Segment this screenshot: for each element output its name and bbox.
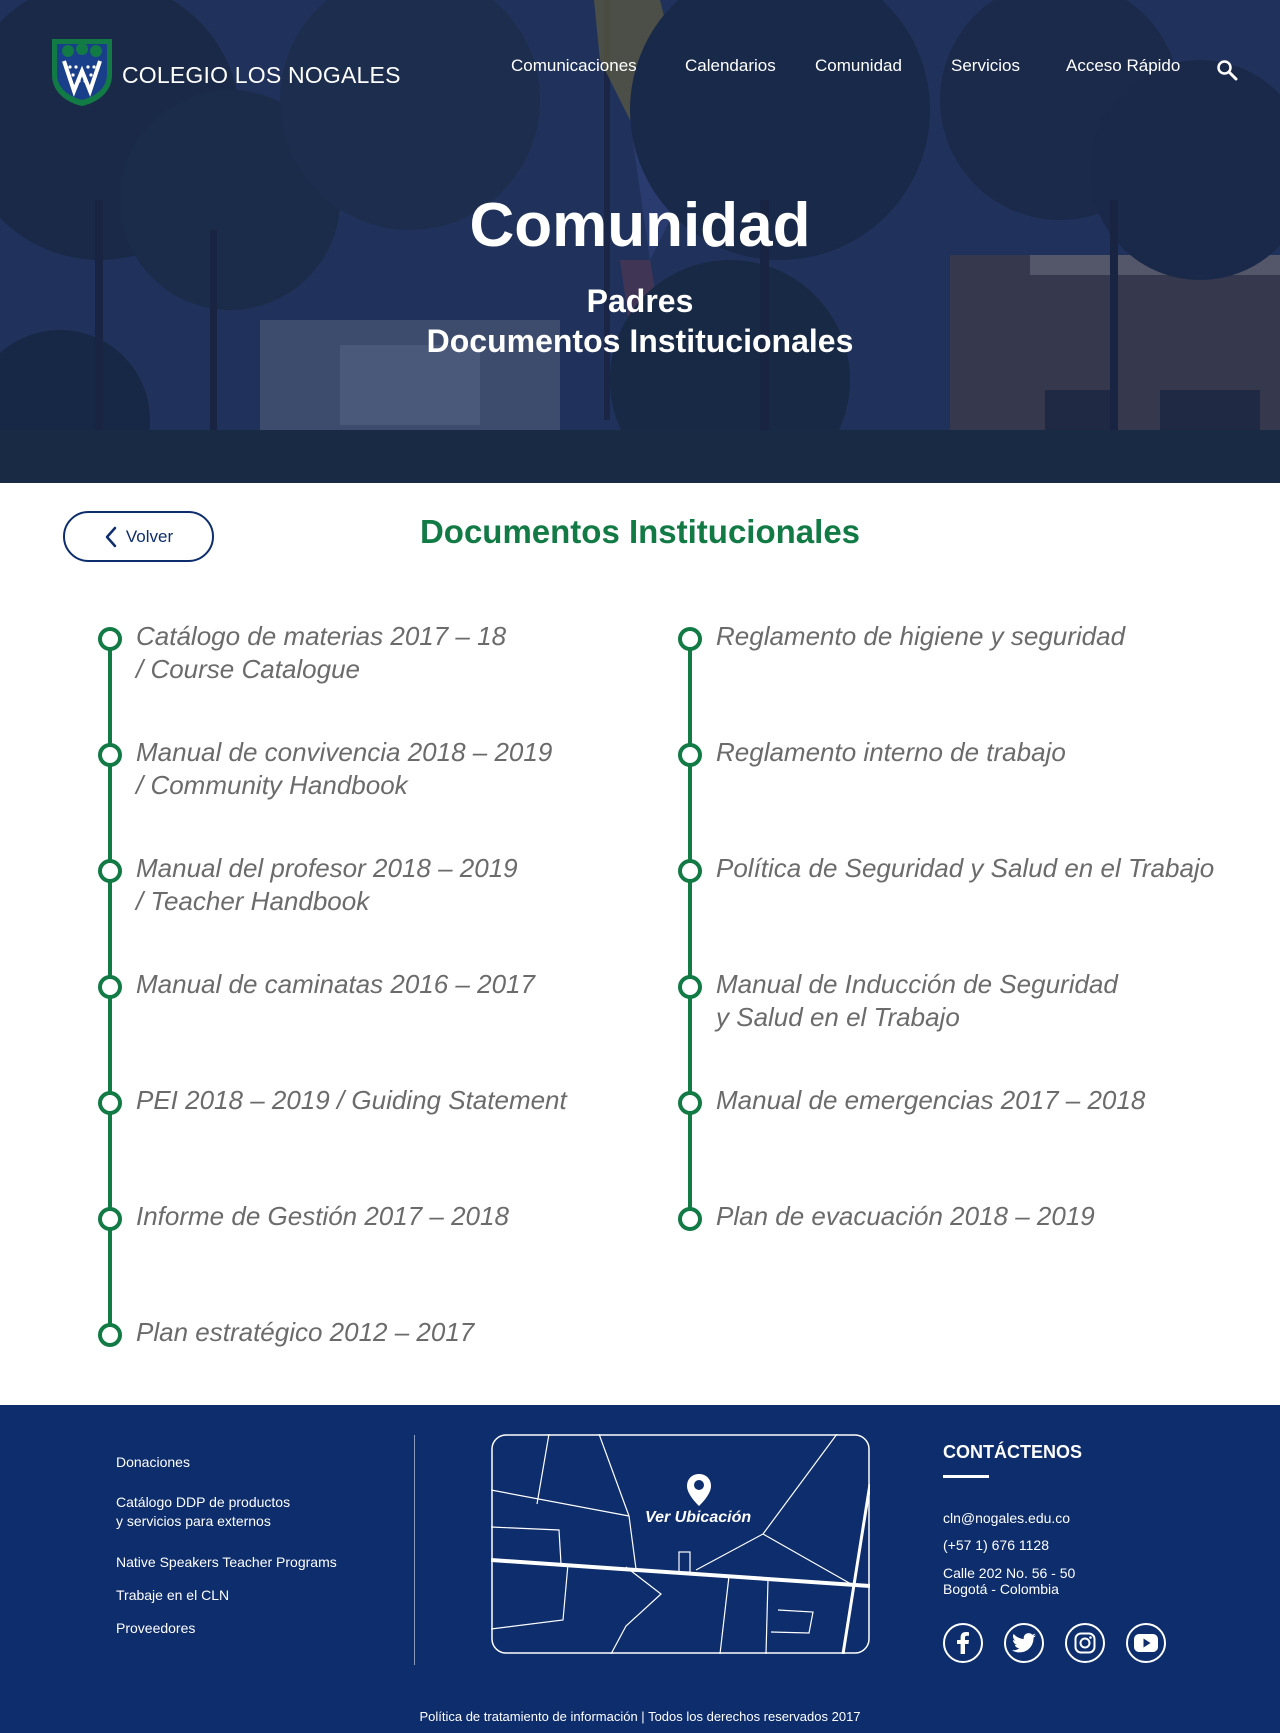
footer-link-proveedores[interactable]: Proveedores xyxy=(116,1619,195,1638)
document-title: Manual de Inducción de Seguridad xyxy=(716,969,1118,999)
map-streets xyxy=(491,1434,870,1654)
logo-text: COLEGIO LOS NOGALES xyxy=(122,61,401,88)
copyright-separator: | xyxy=(637,1709,649,1724)
timeline-dot xyxy=(678,975,702,999)
instagram-icon[interactable] xyxy=(1065,1623,1105,1663)
footer-link-catalogo-line2: y servicios para externos xyxy=(116,1513,271,1529)
hero-subtitle-documentos: Documentos Institucionales xyxy=(426,323,854,359)
timeline-dot xyxy=(98,975,122,999)
document-title: Reglamento interno de trabajo xyxy=(716,737,1066,767)
timeline-dot xyxy=(98,1323,122,1347)
footer-link-catalogo-line1: Catálogo DDP de productos xyxy=(116,1494,291,1510)
document-title: Plan estratégico 2012 – 2017 xyxy=(136,1317,475,1347)
youtube-icon[interactable] xyxy=(1126,1623,1166,1663)
location-pin-icon xyxy=(687,1474,711,1506)
section-title: Documentos Institucionales xyxy=(419,513,861,550)
document-subtitle: / Teacher Handbook xyxy=(136,886,370,916)
footer-link-native-speakers[interactable]: Native Speakers Teacher Programs xyxy=(116,1553,337,1572)
timeline-dot xyxy=(98,1091,122,1115)
timeline-dot xyxy=(98,627,122,651)
document-subtitle: / Course Catalogue xyxy=(136,654,361,684)
document-title: Reglamento de higiene y seguridad xyxy=(716,621,1126,651)
document-title: Manual de convivencia 2018 – 2019 xyxy=(136,737,553,767)
document-title: Manual de emergencias 2017 – 2018 xyxy=(716,1085,1146,1115)
contact-address-line2: Bogotá - Colombia xyxy=(943,1581,1059,1597)
document-subtitle: y Salud en el Trabajo xyxy=(716,1002,960,1032)
document-title: Política de Seguridad y Salud en el Trab… xyxy=(716,853,1215,883)
timeline-dot xyxy=(678,743,702,767)
nav-servicios[interactable]: Servicios xyxy=(951,56,1020,76)
document-title: Manual de caminatas 2016 – 2017 xyxy=(136,969,535,999)
site-footer: Donaciones Catálogo DDP de productos y s… xyxy=(0,1405,1280,1733)
location-map[interactable]: Ver Ubicación xyxy=(491,1434,870,1654)
twitter-icon[interactable] xyxy=(1004,1623,1044,1663)
hero-subtitle-padres: Padres xyxy=(586,283,694,319)
timeline-dot xyxy=(98,859,122,883)
footer-link-trabaje[interactable]: Trabaje en el CLN xyxy=(116,1586,229,1605)
privacy-policy-link[interactable]: Política de tratamiento de información xyxy=(419,1709,637,1724)
nav-acceso-rapido[interactable]: Acceso Rápido xyxy=(1066,56,1180,76)
document-title: Informe de Gestión 2017 – 2018 xyxy=(136,1201,509,1231)
footer-link-donaciones[interactable]: Donaciones xyxy=(116,1453,190,1472)
footer-divider xyxy=(414,1435,415,1665)
copyright-text: Todos los derechos reservados 2017 xyxy=(648,1709,861,1724)
school-shield-icon xyxy=(52,39,112,106)
hero-title: Comunidad xyxy=(469,191,811,260)
document-title: PEI 2018 – 2019 / Guiding Statement xyxy=(136,1085,567,1115)
timeline-dot xyxy=(678,1091,702,1115)
contact-email[interactable]: cln@nogales.edu.co xyxy=(943,1510,1070,1526)
contact-title-underline xyxy=(943,1475,989,1478)
document-title: Manual del profesor 2018 – 2019 xyxy=(136,853,518,883)
nav-calendarios[interactable]: Calendarios xyxy=(685,56,776,76)
contact-title: CONTÁCTENOS xyxy=(943,1442,1082,1462)
document-subtitle: / Community Handbook xyxy=(136,770,408,800)
timeline-dot xyxy=(98,743,122,767)
document-title: Plan de evacuación 2018 – 2019 xyxy=(716,1201,1095,1231)
search-icon[interactable] xyxy=(1216,59,1238,81)
site-logo[interactable]: COLEGIO LOS NOGALES xyxy=(50,37,401,107)
timeline-dot xyxy=(98,1207,122,1231)
timeline-line xyxy=(688,639,692,1219)
document-title: Catálogo de materias 2017 – 18 xyxy=(136,621,507,651)
map-label: Ver Ubicación xyxy=(645,1509,752,1526)
footer-link-catalogo-ddp[interactable]: Catálogo DDP de productos y servicios pa… xyxy=(116,1493,290,1531)
copyright-bar: Política de tratamiento de información |… xyxy=(0,1709,1280,1724)
timeline-dot xyxy=(678,627,702,651)
timeline-dot xyxy=(678,859,702,883)
facebook-icon[interactable] xyxy=(943,1623,983,1663)
contact-address-line1: Calle 202 No. 56 - 50 xyxy=(943,1565,1076,1581)
contact-phone[interactable]: (+57 1) 676 1128 xyxy=(943,1537,1049,1553)
nav-comunidad[interactable]: Comunidad xyxy=(815,56,902,76)
timeline-dot xyxy=(678,1207,702,1231)
nav-comunicaciones[interactable]: Comunicaciones xyxy=(511,56,637,76)
